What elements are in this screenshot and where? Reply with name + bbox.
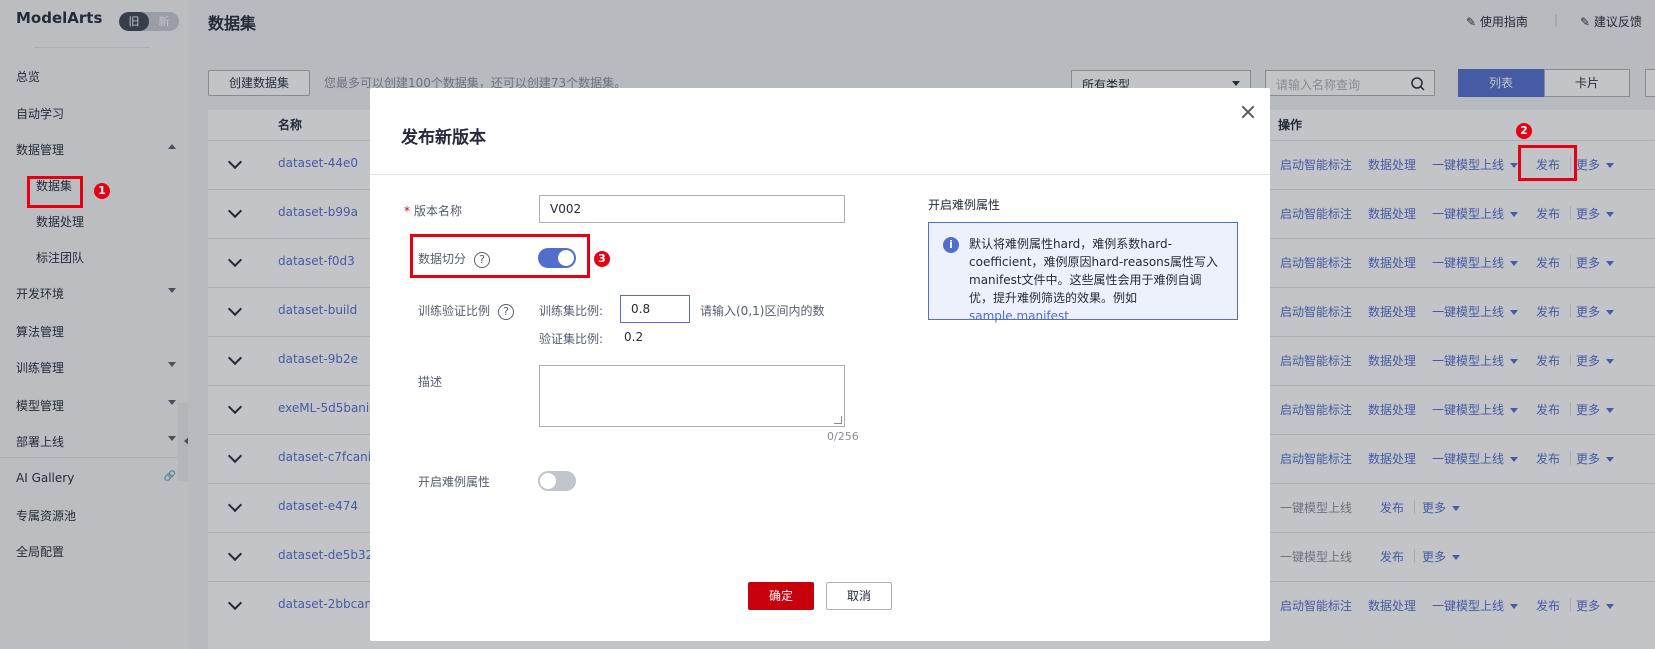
ratio-label-text: 训练验证比例 bbox=[418, 304, 491, 318]
annotation-badge-2: 2 bbox=[1516, 123, 1532, 139]
cancel-button[interactable]: 取消 bbox=[826, 582, 892, 610]
close-icon[interactable] bbox=[1241, 105, 1255, 119]
version-name-label: * 版本名称 bbox=[404, 202, 462, 219]
version-name-input[interactable]: V002 bbox=[539, 195, 845, 223]
required-asterisk: * bbox=[404, 204, 410, 218]
hard-example-label: 开启难例属性 bbox=[418, 475, 491, 489]
dialog-title: 发布新版本 bbox=[401, 128, 486, 148]
highlight-box-data-split bbox=[410, 234, 590, 278]
train-ratio-input[interactable]: 0.8 bbox=[620, 295, 690, 323]
annotation-badge-1: 1 bbox=[94, 183, 110, 199]
highlight-box-publish bbox=[1518, 145, 1577, 181]
info-icon: i bbox=[943, 237, 959, 253]
description-textarea[interactable] bbox=[539, 365, 845, 427]
hard-example-toggle[interactable] bbox=[538, 471, 576, 491]
info-text: 默认将难例属性hard，难例系数hard-coefficient，难例原因har… bbox=[969, 237, 1219, 305]
confirm-button[interactable]: 确定 bbox=[748, 582, 814, 610]
resize-handle[interactable] bbox=[834, 416, 842, 424]
description-counter: 0/256 bbox=[827, 430, 859, 443]
version-name-label-text: 版本名称 bbox=[414, 204, 463, 218]
annotation-badge-3: 3 bbox=[594, 251, 610, 267]
val-ratio-label: 验证集比例: bbox=[539, 332, 604, 346]
val-ratio-value: 0.2 bbox=[624, 330, 644, 344]
description-label: 描述 bbox=[418, 375, 443, 389]
toggle-knob bbox=[540, 473, 556, 489]
help-icon[interactable]: ? bbox=[498, 303, 515, 320]
train-ratio-label: 训练集比例: bbox=[539, 304, 604, 318]
divider bbox=[370, 174, 1270, 175]
info-title: 开启难例属性 bbox=[928, 198, 1001, 212]
ratio-label: 训练验证比例? bbox=[418, 302, 515, 320]
sample-manifest-link[interactable]: sample.manifest bbox=[969, 309, 1069, 323]
info-box: i 默认将难例属性hard，难例系数hard-coefficient，难例原因h… bbox=[928, 222, 1238, 323]
highlight-box-dataset bbox=[27, 176, 83, 208]
train-ratio-hint: 请输入(0,1)区间内的数 bbox=[700, 304, 825, 318]
